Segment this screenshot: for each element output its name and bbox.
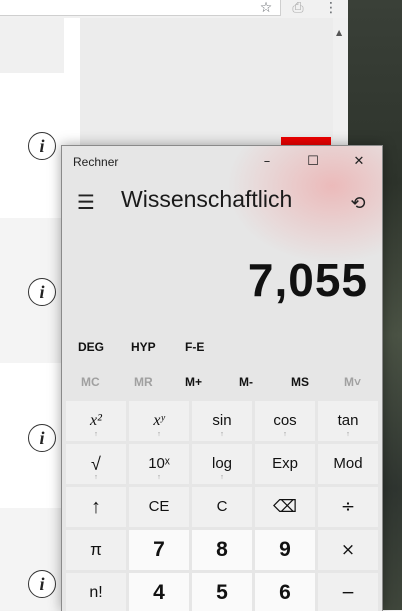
info-icon[interactable]: i	[28, 278, 56, 306]
key-label: 8	[216, 538, 228, 561]
sqrt-button[interactable]: √ ↑	[66, 444, 126, 484]
power-button[interactable]: xʸ ↑	[129, 401, 189, 441]
digit-9-button[interactable]: 9	[255, 530, 315, 570]
tan-button[interactable]: tan ↑	[318, 401, 378, 441]
shift-indicator: ↑	[220, 474, 224, 481]
digit-5-button[interactable]: 5	[192, 573, 252, 611]
mod-button[interactable]: Mod	[318, 444, 378, 484]
info-icon[interactable]: i	[28, 570, 56, 598]
shift-indicator: ↑	[346, 431, 350, 438]
memory-subtract-button[interactable]: M-	[239, 375, 253, 389]
key-label: x²	[90, 412, 102, 429]
exp-button[interactable]: Exp	[255, 444, 315, 484]
window-title: Rechner	[73, 155, 119, 169]
more-vert-icon[interactable]: ⋮	[323, 0, 339, 16]
deg-toggle[interactable]: DEG	[78, 340, 104, 354]
sin-button[interactable]: sin ↑	[192, 401, 252, 441]
key-label: 10ˣ	[148, 455, 170, 472]
key-label: π	[90, 540, 102, 559]
pi-button[interactable]: π	[66, 530, 126, 570]
clear-entry-button[interactable]: CE	[129, 487, 189, 527]
key-label: sin	[212, 412, 232, 429]
key-label: 9	[279, 538, 291, 561]
shift-indicator: ↑	[220, 431, 224, 438]
fe-toggle[interactable]: F-E	[185, 340, 204, 354]
shift-button[interactable]: ↑	[66, 487, 126, 527]
calculator-window: Rechner – ☐ ✕ ☰ Wissenschaftlich ⟲ 7,055…	[61, 145, 383, 611]
square-button[interactable]: x² ↑	[66, 401, 126, 441]
key-label: log	[211, 455, 233, 472]
factorial-button[interactable]: n!	[66, 573, 126, 611]
key-label: ↑	[91, 496, 101, 518]
shift-indicator: ↑	[94, 474, 98, 481]
maximize-button[interactable]: ☐	[290, 146, 336, 178]
hamburger-menu-icon[interactable]: ☰	[72, 188, 100, 216]
shift-indicator: ↑	[157, 474, 161, 481]
key-label: Mod	[333, 455, 363, 472]
key-label: CE	[148, 498, 170, 515]
shift-indicator: ↑	[94, 431, 98, 438]
key-label: C	[216, 498, 228, 515]
key-label: cos	[273, 412, 297, 429]
memory-list-button[interactable]: M˅	[344, 375, 361, 389]
hyp-toggle[interactable]: HYP	[131, 340, 156, 354]
pdf-icon[interactable]: ⎙	[290, 0, 306, 16]
memory-clear-button[interactable]: MC	[81, 375, 100, 389]
cos-button[interactable]: cos ↑	[255, 401, 315, 441]
shift-indicator: ↑	[283, 431, 287, 438]
key-label: 7	[153, 538, 165, 561]
shift-indicator: ↑	[157, 431, 161, 438]
key-label: −	[340, 583, 356, 603]
key-label: 6	[279, 581, 291, 604]
key-label: √	[91, 454, 101, 474]
close-button[interactable]: ✕	[336, 146, 382, 178]
digit-4-button[interactable]: 4	[129, 573, 189, 611]
minimize-button[interactable]: –	[244, 146, 290, 178]
key-label: Exp	[272, 455, 298, 472]
digit-8-button[interactable]: 8	[192, 530, 252, 570]
subtract-button[interactable]: −	[318, 573, 378, 611]
divide-button[interactable]: ÷	[318, 487, 378, 527]
clear-button[interactable]: C	[192, 487, 252, 527]
key-label: n!	[89, 584, 103, 601]
digit-6-button[interactable]: 6	[255, 573, 315, 611]
ten-power-button[interactable]: 10ˣ ↑	[129, 444, 189, 484]
scroll-up-icon[interactable]: ▲	[336, 28, 342, 37]
log-button[interactable]: log ↑	[192, 444, 252, 484]
digit-7-button[interactable]: 7	[129, 530, 189, 570]
backspace-button[interactable]: ⌫	[255, 487, 315, 527]
key-label: ×	[340, 540, 356, 560]
key-label: xʸ	[153, 412, 165, 429]
info-icon[interactable]: i	[28, 424, 56, 452]
key-label: ÷	[340, 497, 356, 517]
history-icon[interactable]: ⟲	[346, 192, 370, 216]
key-label: 4	[153, 581, 165, 604]
mode-title: Wissenschaftlich	[121, 186, 293, 212]
info-icon[interactable]: i	[28, 132, 56, 160]
title-bar[interactable]: Rechner – ☐ ✕	[62, 146, 382, 178]
address-bar[interactable]	[0, 0, 281, 16]
list-row	[0, 18, 64, 73]
multiply-button[interactable]: ×	[318, 530, 378, 570]
memory-add-button[interactable]: M+	[185, 375, 202, 389]
result-display: 7,055	[247, 254, 368, 306]
star-icon[interactable]: ☆	[258, 0, 274, 16]
key-label: 5	[216, 581, 228, 604]
backspace-icon: ⌫	[272, 497, 298, 517]
memory-recall-button[interactable]: MR	[134, 375, 153, 389]
key-label: tan	[337, 412, 359, 429]
browser-toolbar: ☆ ⎙ ⋮	[0, 0, 348, 19]
memory-store-button[interactable]: MS	[291, 375, 309, 389]
